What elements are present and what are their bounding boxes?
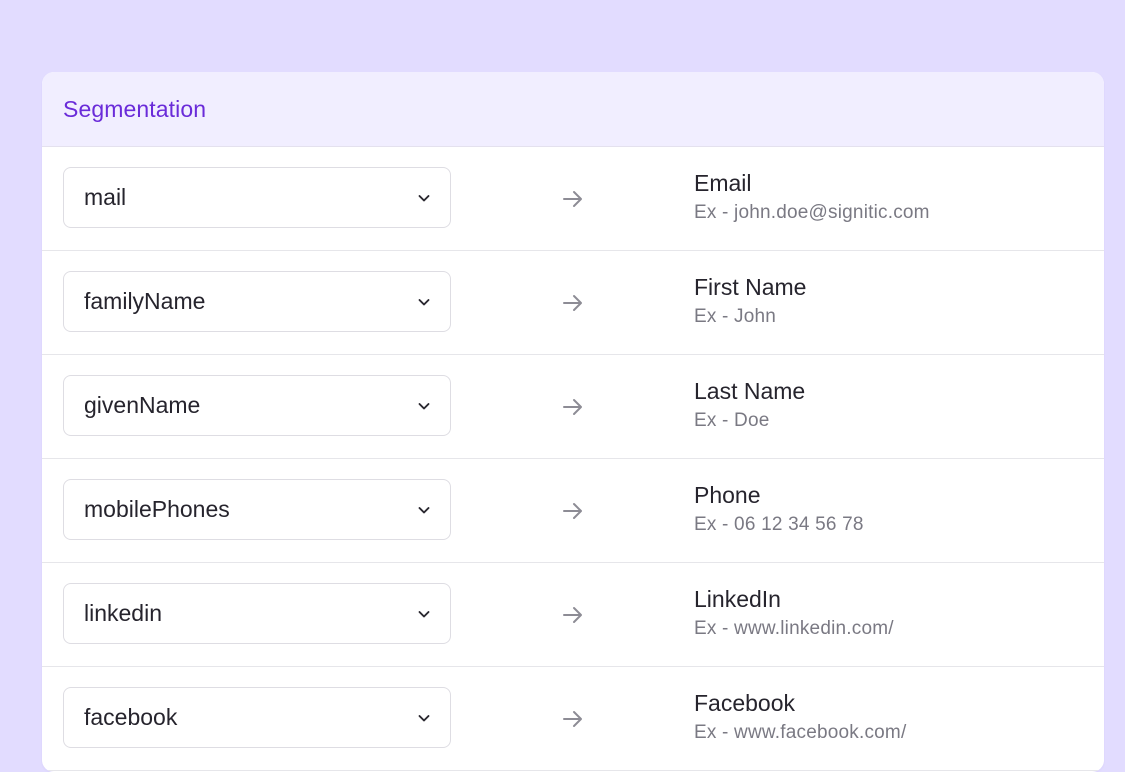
target-field-example: Ex - www.facebook.com/ bbox=[694, 722, 907, 743]
source-field-value: mobilePhones bbox=[84, 496, 230, 522]
mapping-row: facebook Facebook Ex - www.facebook.com/ bbox=[42, 667, 1104, 771]
target-field: Last Name Ex - Doe bbox=[694, 376, 805, 435]
target-field-label: Phone bbox=[694, 482, 761, 508]
chevron-down-icon bbox=[418, 506, 430, 513]
source-field-select[interactable]: facebook bbox=[63, 687, 451, 748]
mapping-row: familyName First Name Ex - John bbox=[42, 251, 1104, 355]
chevron-down-icon bbox=[418, 402, 430, 409]
segmentation-card: Segmentation mail Email Ex - john.doe@si… bbox=[42, 72, 1104, 772]
source-field-value: givenName bbox=[84, 392, 201, 418]
target-field-label: Email bbox=[694, 170, 752, 196]
target-field: Facebook Ex - www.facebook.com/ bbox=[694, 688, 906, 747]
source-field-select[interactable]: linkedin bbox=[63, 583, 451, 644]
mapping-row: linkedin LinkedIn Ex - www.linkedin.com/ bbox=[42, 563, 1104, 667]
target-field-label: First Name bbox=[694, 274, 807, 300]
source-field-value: linkedin bbox=[84, 600, 162, 626]
target-field-example: Ex - John bbox=[694, 306, 777, 327]
target-field-label: Last Name bbox=[694, 378, 806, 404]
source-field-value: mail bbox=[84, 184, 127, 210]
source-field-select[interactable]: familyName bbox=[63, 271, 451, 332]
chevron-down-icon bbox=[418, 194, 430, 201]
chevron-down-icon bbox=[418, 610, 430, 617]
source-field-select[interactable]: mail bbox=[63, 167, 451, 228]
target-field-label: LinkedIn bbox=[694, 586, 781, 612]
arrow-right-icon bbox=[563, 607, 582, 623]
target-field-example: Ex - 06 12 34 56 78 bbox=[694, 514, 864, 535]
chevron-down-icon bbox=[418, 714, 430, 721]
mapping-row: mail Email Ex - john.doe@signitic.com bbox=[42, 147, 1104, 251]
target-field-label: Facebook bbox=[694, 690, 796, 716]
arrow-right-icon bbox=[563, 503, 582, 519]
arrow-right-icon bbox=[563, 399, 582, 415]
source-field-value: familyName bbox=[84, 288, 206, 314]
source-field-value: facebook bbox=[84, 704, 178, 730]
arrow-right-icon bbox=[563, 711, 582, 727]
arrow-right-icon bbox=[563, 295, 582, 311]
card-header: Segmentation bbox=[42, 72, 1104, 147]
arrow-right-icon bbox=[563, 191, 582, 207]
target-field: First Name Ex - John bbox=[694, 272, 806, 331]
target-field-example: Ex - www.linkedin.com/ bbox=[694, 618, 894, 639]
source-field-select[interactable]: mobilePhones bbox=[63, 479, 451, 540]
chevron-down-icon bbox=[418, 298, 430, 305]
source-field-select[interactable]: givenName bbox=[63, 375, 451, 436]
target-field: LinkedIn Ex - www.linkedin.com/ bbox=[694, 584, 894, 643]
mapping-row: givenName Last Name Ex - Doe bbox=[42, 355, 1104, 459]
target-field: Email Ex - john.doe@signitic.com bbox=[694, 168, 930, 227]
target-field-example: Ex - john.doe@signitic.com bbox=[694, 202, 930, 223]
target-field: Phone Ex - 06 12 34 56 78 bbox=[694, 480, 864, 539]
card-title: Segmentation bbox=[63, 95, 207, 122]
mapping-row: mobilePhones Phone Ex - 06 12 34 56 78 bbox=[42, 459, 1104, 563]
target-field-example: Ex - Doe bbox=[694, 410, 770, 431]
